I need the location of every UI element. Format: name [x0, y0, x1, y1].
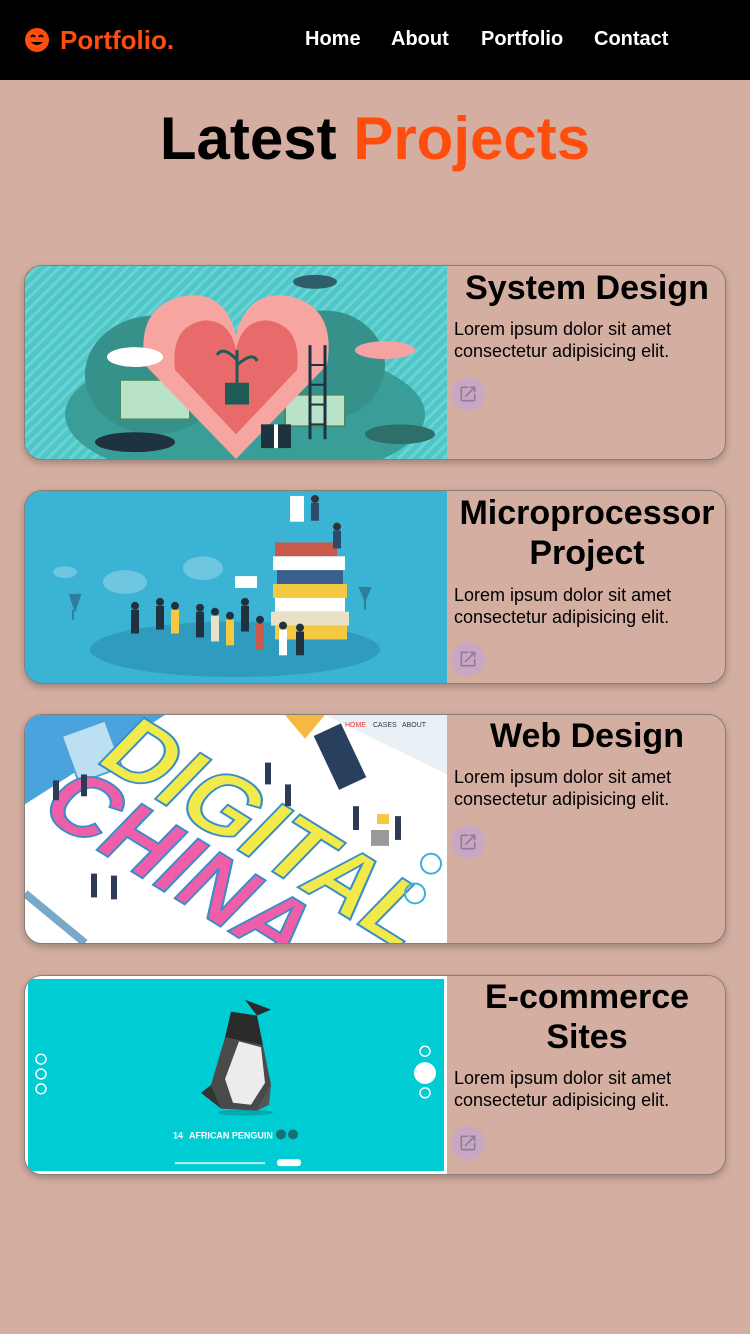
project-card-ecommerce: 14 AFRICAN PENGUIN E-commerce Sites Lore… [24, 975, 726, 1175]
project-title: Web Design [490, 717, 684, 755]
section-title: Latest Projects [0, 104, 750, 173]
project-title: Microprocessor Project [459, 494, 715, 572]
external-link-icon [460, 1135, 476, 1151]
logo-text: Portfolio. [60, 24, 175, 55]
project-description: Lorem ipsum dolor sit amet consectetur a… [454, 767, 672, 809]
image-penguin-caption: AFRICAN PENGUIN [189, 1130, 273, 1140]
open-project-button[interactable] [451, 642, 485, 676]
nav-link-home[interactable]: Home [305, 28, 361, 51]
external-link-icon [460, 834, 476, 850]
navbar: Portfolio. Home About Portfolio Contact [0, 0, 750, 80]
open-project-button[interactable] [451, 377, 485, 411]
card-body: Web Design Lorem ipsum dolor sit amet co… [447, 715, 725, 943]
image-menu-home: HOME [345, 722, 366, 729]
nav-link-contact[interactable]: Contact [594, 28, 668, 51]
image-penguin-number: 14 [173, 1130, 183, 1140]
project-title: E-commerce Sites [484, 978, 690, 1056]
open-project-button[interactable] [451, 1126, 485, 1160]
project-description: Lorem ipsum dolor sit amet consectetur a… [454, 1068, 672, 1110]
section-title-main: Latest [159, 105, 337, 172]
project-image-ecommerce: 14 AFRICAN PENGUIN [25, 976, 447, 1174]
card-body: Microprocessor Project Lorem ipsum dolor… [447, 491, 725, 683]
smile-face-icon [25, 28, 49, 52]
project-card-web-design: HOME CASES ABOUT DIGITAL CHINA Web Desig… [24, 714, 726, 944]
project-card-system-design: System Design Lorem ipsum dolor sit amet… [24, 265, 726, 460]
external-link-icon [460, 386, 476, 402]
card-body: E-commerce Sites Lorem ipsum dolor sit a… [447, 976, 725, 1174]
external-link-icon [460, 651, 476, 667]
digital-china-illustration: HOME CASES ABOUT DIGITAL CHINA [25, 715, 447, 943]
heart-illustration [25, 266, 447, 459]
logo[interactable]: Portfolio. [24, 24, 174, 56]
project-card-microprocessor: Microprocessor Project Lorem ipsum dolor… [24, 490, 726, 684]
project-image-microprocessor [25, 491, 447, 683]
image-menu-cases: CASES [373, 722, 397, 729]
nav-link-portfolio[interactable]: Portfolio [481, 28, 563, 51]
image-menu-about: ABOUT [402, 722, 427, 729]
card-body: System Design Lorem ipsum dolor sit amet… [447, 266, 725, 459]
project-title: System Design [465, 269, 709, 307]
people-books-illustration [25, 491, 447, 683]
nav-link-about[interactable]: About [391, 28, 449, 51]
project-image-web-design: HOME CASES ABOUT DIGITAL CHINA [25, 715, 447, 943]
project-description: Lorem ipsum dolor sit amet consectetur a… [454, 585, 672, 627]
penguin-site-illustration: 14 AFRICAN PENGUIN [25, 976, 447, 1174]
project-description: Lorem ipsum dolor sit amet consectetur a… [454, 319, 672, 361]
open-project-button[interactable] [451, 825, 485, 859]
section-title-accent: Projects [353, 105, 591, 172]
project-image-system-design [25, 266, 447, 459]
